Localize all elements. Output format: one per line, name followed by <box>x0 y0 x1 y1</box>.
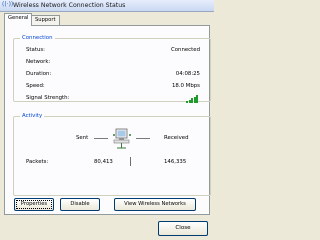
status-value: Connected <box>170 47 200 53</box>
network-label: Network: <box>26 59 51 65</box>
connection-group: Connection Status: Connected Network: Du… <box>13 35 211 103</box>
duration-label: Duration: <box>26 71 52 77</box>
tab-bar: General Support <box>4 13 210 26</box>
sent-label: Sent <box>76 135 89 141</box>
connection-group-title: Connection <box>20 35 55 41</box>
speed-value: 18.0 Mbps <box>171 83 200 89</box>
sent-line <box>94 138 108 139</box>
window-title: Wireless Network Connection Status <box>13 2 126 9</box>
packets-sent-value: 80,413 <box>94 159 113 165</box>
network-computer-icon <box>113 128 131 149</box>
activity-group: Activity Sent Received Packets: 80,413 1… <box>13 113 211 196</box>
packets-label: Packets: <box>26 159 49 165</box>
signal-strength-icon <box>186 95 198 103</box>
received-label: Received <box>164 135 189 141</box>
properties-button[interactable]: Properties <box>14 198 54 211</box>
tab-support[interactable]: Support <box>31 15 60 25</box>
status-label: Status: <box>26 47 45 53</box>
activity-group-title: Activity <box>20 113 45 119</box>
speed-label: Speed: <box>26 83 45 89</box>
packets-divider <box>130 157 131 166</box>
tab-general[interactable]: General <box>4 13 33 26</box>
duration-value: 04:08:25 <box>175 71 200 77</box>
close-button[interactable]: Close <box>158 221 208 236</box>
disable-button[interactable]: Disable <box>60 198 100 211</box>
received-line <box>136 138 150 139</box>
tab-panel-general: Connection Status: Connected Network: Du… <box>4 25 211 215</box>
wireless-network-icon: ((·)) <box>2 1 14 8</box>
title-bar: ((·)) Wireless Network Connection Status <box>0 0 214 12</box>
signal-strength-label: Signal Strength: <box>26 95 70 101</box>
packets-received-value: 146,335 <box>164 159 187 165</box>
view-wireless-networks-button[interactable]: View Wireless Networks <box>114 198 196 211</box>
